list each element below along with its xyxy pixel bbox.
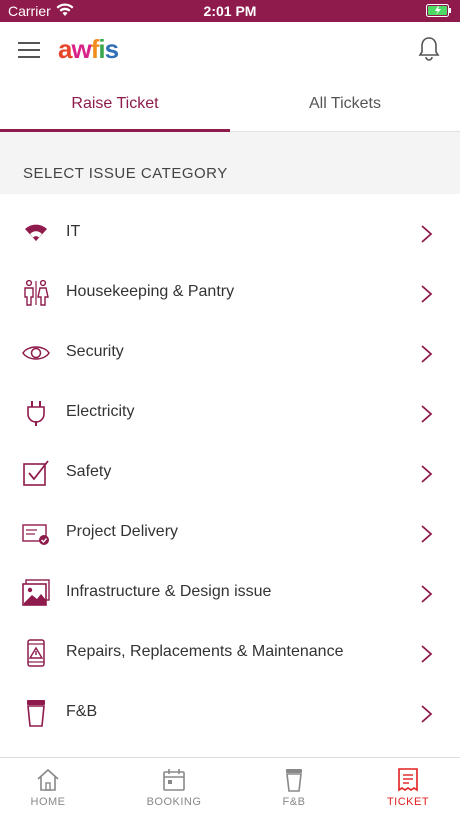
hamburger-icon	[18, 49, 40, 51]
image-icon	[22, 579, 50, 606]
category-label: Project Delivery	[66, 523, 179, 540]
chevron-right-icon	[421, 285, 433, 303]
category-item-housekeeping[interactable]: Housekeeping & Pantry	[0, 262, 460, 322]
category-item-safety[interactable]: Safety	[0, 442, 460, 502]
category-item-electricity[interactable]: Electricity	[0, 382, 460, 442]
notification-bell-button[interactable]	[418, 36, 440, 62]
category-item-project-delivery[interactable]: Project Delivery	[0, 502, 460, 562]
chevron-right-icon	[421, 525, 433, 543]
plug-icon	[27, 401, 45, 426]
category-label: Security	[66, 343, 124, 360]
wifi-icon	[25, 224, 47, 241]
section-title: SELECT ISSUE CATEGORY	[23, 165, 228, 182]
chevron-right-icon	[421, 225, 433, 243]
category-list: IT Housekeeping & Pantry Security Electr…	[0, 202, 460, 742]
nav-label: TICKET	[386, 796, 430, 808]
nav-label: HOME	[30, 796, 66, 808]
nav-label: F&B	[282, 796, 306, 808]
section-header: SELECT ISSUE CATEGORY	[0, 132, 460, 194]
chevron-right-icon	[421, 345, 433, 363]
category-label: Safety	[66, 463, 112, 480]
calendar-icon	[163, 769, 185, 791]
app-header: awfis	[0, 22, 460, 78]
hamburger-icon	[18, 56, 40, 58]
category-label: Electricity	[66, 403, 135, 420]
clock: 2:01 PM	[203, 3, 257, 19]
checkbox-icon	[23, 460, 49, 486]
logo-letter-a: a	[58, 34, 73, 64]
category-item-infrastructure[interactable]: Infrastructure & Design issue	[0, 562, 460, 622]
restroom-icon	[24, 279, 49, 306]
category-label: Repairs, Replacements & Maintenance	[66, 643, 344, 660]
chevron-right-icon	[421, 465, 433, 483]
tab-raise-ticket[interactable]: Raise Ticket	[0, 78, 230, 132]
ticket-icon	[398, 768, 418, 792]
category-item-repairs[interactable]: Repairs, Replacements & Maintenance	[0, 622, 460, 682]
nav-fnb[interactable]: F&B	[244, 758, 344, 818]
document-check-icon	[22, 524, 49, 545]
category-label: Housekeeping & Pantry	[66, 283, 235, 300]
category-item-security[interactable]: Security	[0, 322, 460, 382]
bell-icon	[418, 37, 440, 61]
status-bar: Carrier 2:01 PM	[0, 0, 460, 22]
chevron-right-icon	[421, 705, 433, 723]
logo-letter-s: s	[104, 34, 120, 64]
ticket-tabs: Raise Ticket All Tickets	[0, 78, 460, 132]
tab-all-tickets[interactable]: All Tickets	[230, 78, 460, 132]
nav-ticket[interactable]: TICKET	[358, 758, 458, 818]
hamburger-icon	[18, 42, 40, 44]
home-icon	[37, 768, 59, 791]
chevron-right-icon	[421, 585, 433, 603]
category-item-fnb[interactable]: F&B	[0, 682, 460, 742]
hamburger-menu-button[interactable]	[18, 40, 40, 58]
nav-home[interactable]: HOME	[0, 758, 96, 818]
bottom-navigation: HOME BOOKING F&B TICKET	[0, 757, 460, 818]
category-label: F&B	[66, 703, 98, 720]
cup-icon	[27, 700, 45, 727]
awfis-logo: awfis	[58, 34, 120, 65]
category-label: IT	[66, 223, 81, 240]
nav-label: BOOKING	[146, 796, 202, 808]
cup-icon	[286, 769, 302, 792]
phone-warning-icon	[27, 639, 45, 667]
category-label: Infrastructure & Design issue	[66, 583, 272, 600]
battery-icon	[426, 4, 452, 20]
nav-booking[interactable]: BOOKING	[124, 758, 224, 818]
logo-letter-w: w	[71, 34, 91, 64]
category-item-it[interactable]: IT	[0, 202, 460, 262]
eye-icon	[22, 346, 50, 360]
chevron-right-icon	[421, 405, 433, 423]
chevron-right-icon	[421, 645, 433, 663]
